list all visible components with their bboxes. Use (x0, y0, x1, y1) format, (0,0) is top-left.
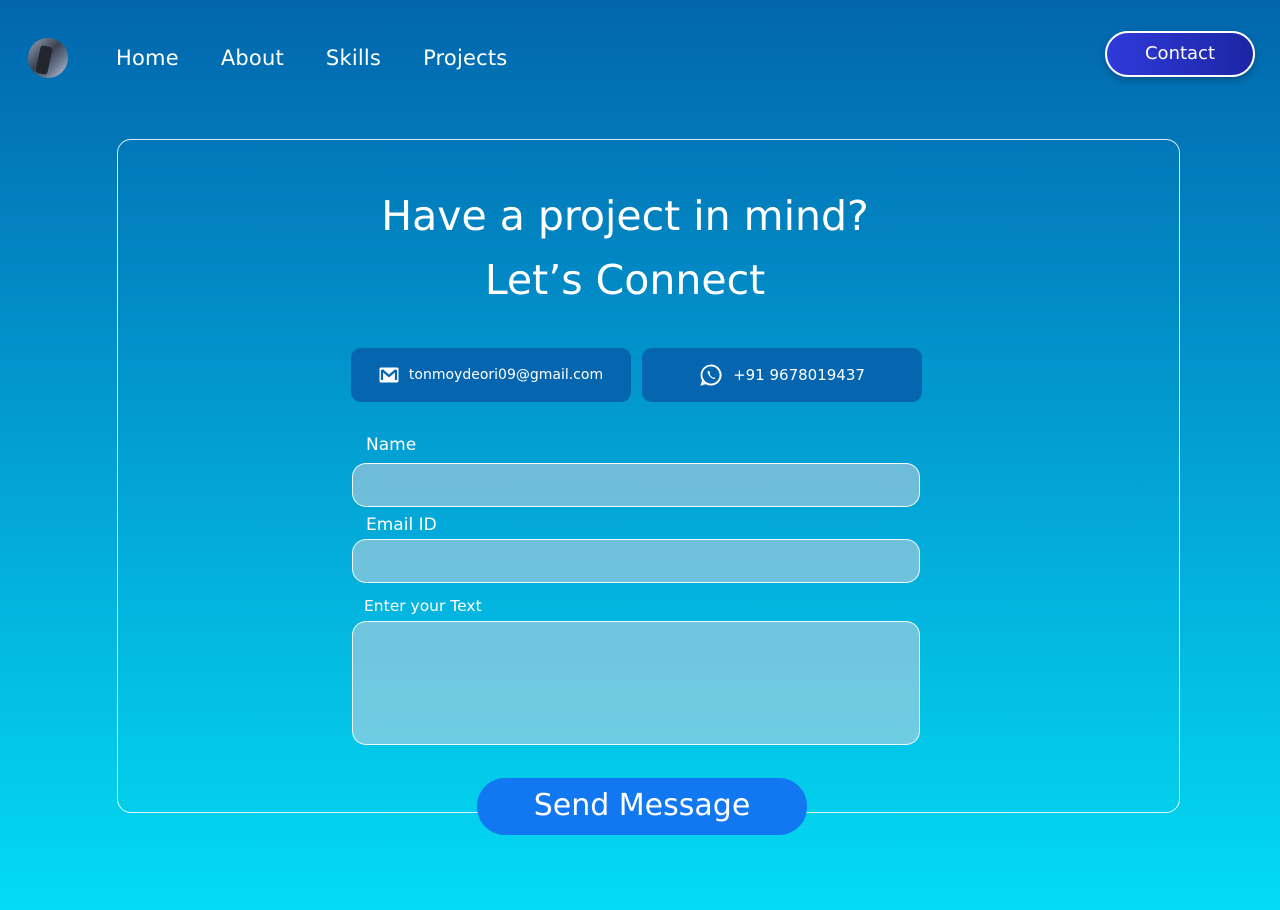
message-field[interactable] (352, 621, 920, 745)
name-field[interactable] (352, 463, 920, 507)
send-message-button[interactable]: Send Message (477, 778, 807, 835)
email-label: Email ID (366, 515, 437, 535)
contact-button[interactable]: Contact (1105, 31, 1255, 77)
email-chip[interactable]: tonmoydeori09@gmail.com (351, 348, 631, 402)
nav-home-link[interactable]: Home (116, 46, 179, 70)
nav-about-link[interactable]: About (221, 46, 284, 70)
email-field[interactable] (352, 539, 920, 583)
phone-chip-label: +91 9678019437 (733, 366, 865, 384)
avatar[interactable] (28, 38, 68, 78)
main-nav: Home About Skills Projects (116, 46, 549, 70)
page-subtitle: Let’s Connect (484, 256, 766, 304)
name-label: Name (366, 435, 417, 455)
email-chip-label: tonmoydeori09@gmail.com (408, 367, 604, 383)
whatsapp-icon (699, 363, 723, 387)
nav-skills-link[interactable]: Skills (326, 46, 381, 70)
nav-projects-link[interactable]: Projects (423, 46, 507, 70)
mail-icon (379, 367, 399, 383)
page-title: Have a project in mind? (381, 192, 869, 240)
message-label: Enter your Text (364, 597, 482, 615)
phone-chip[interactable]: +91 9678019437 (642, 348, 922, 402)
